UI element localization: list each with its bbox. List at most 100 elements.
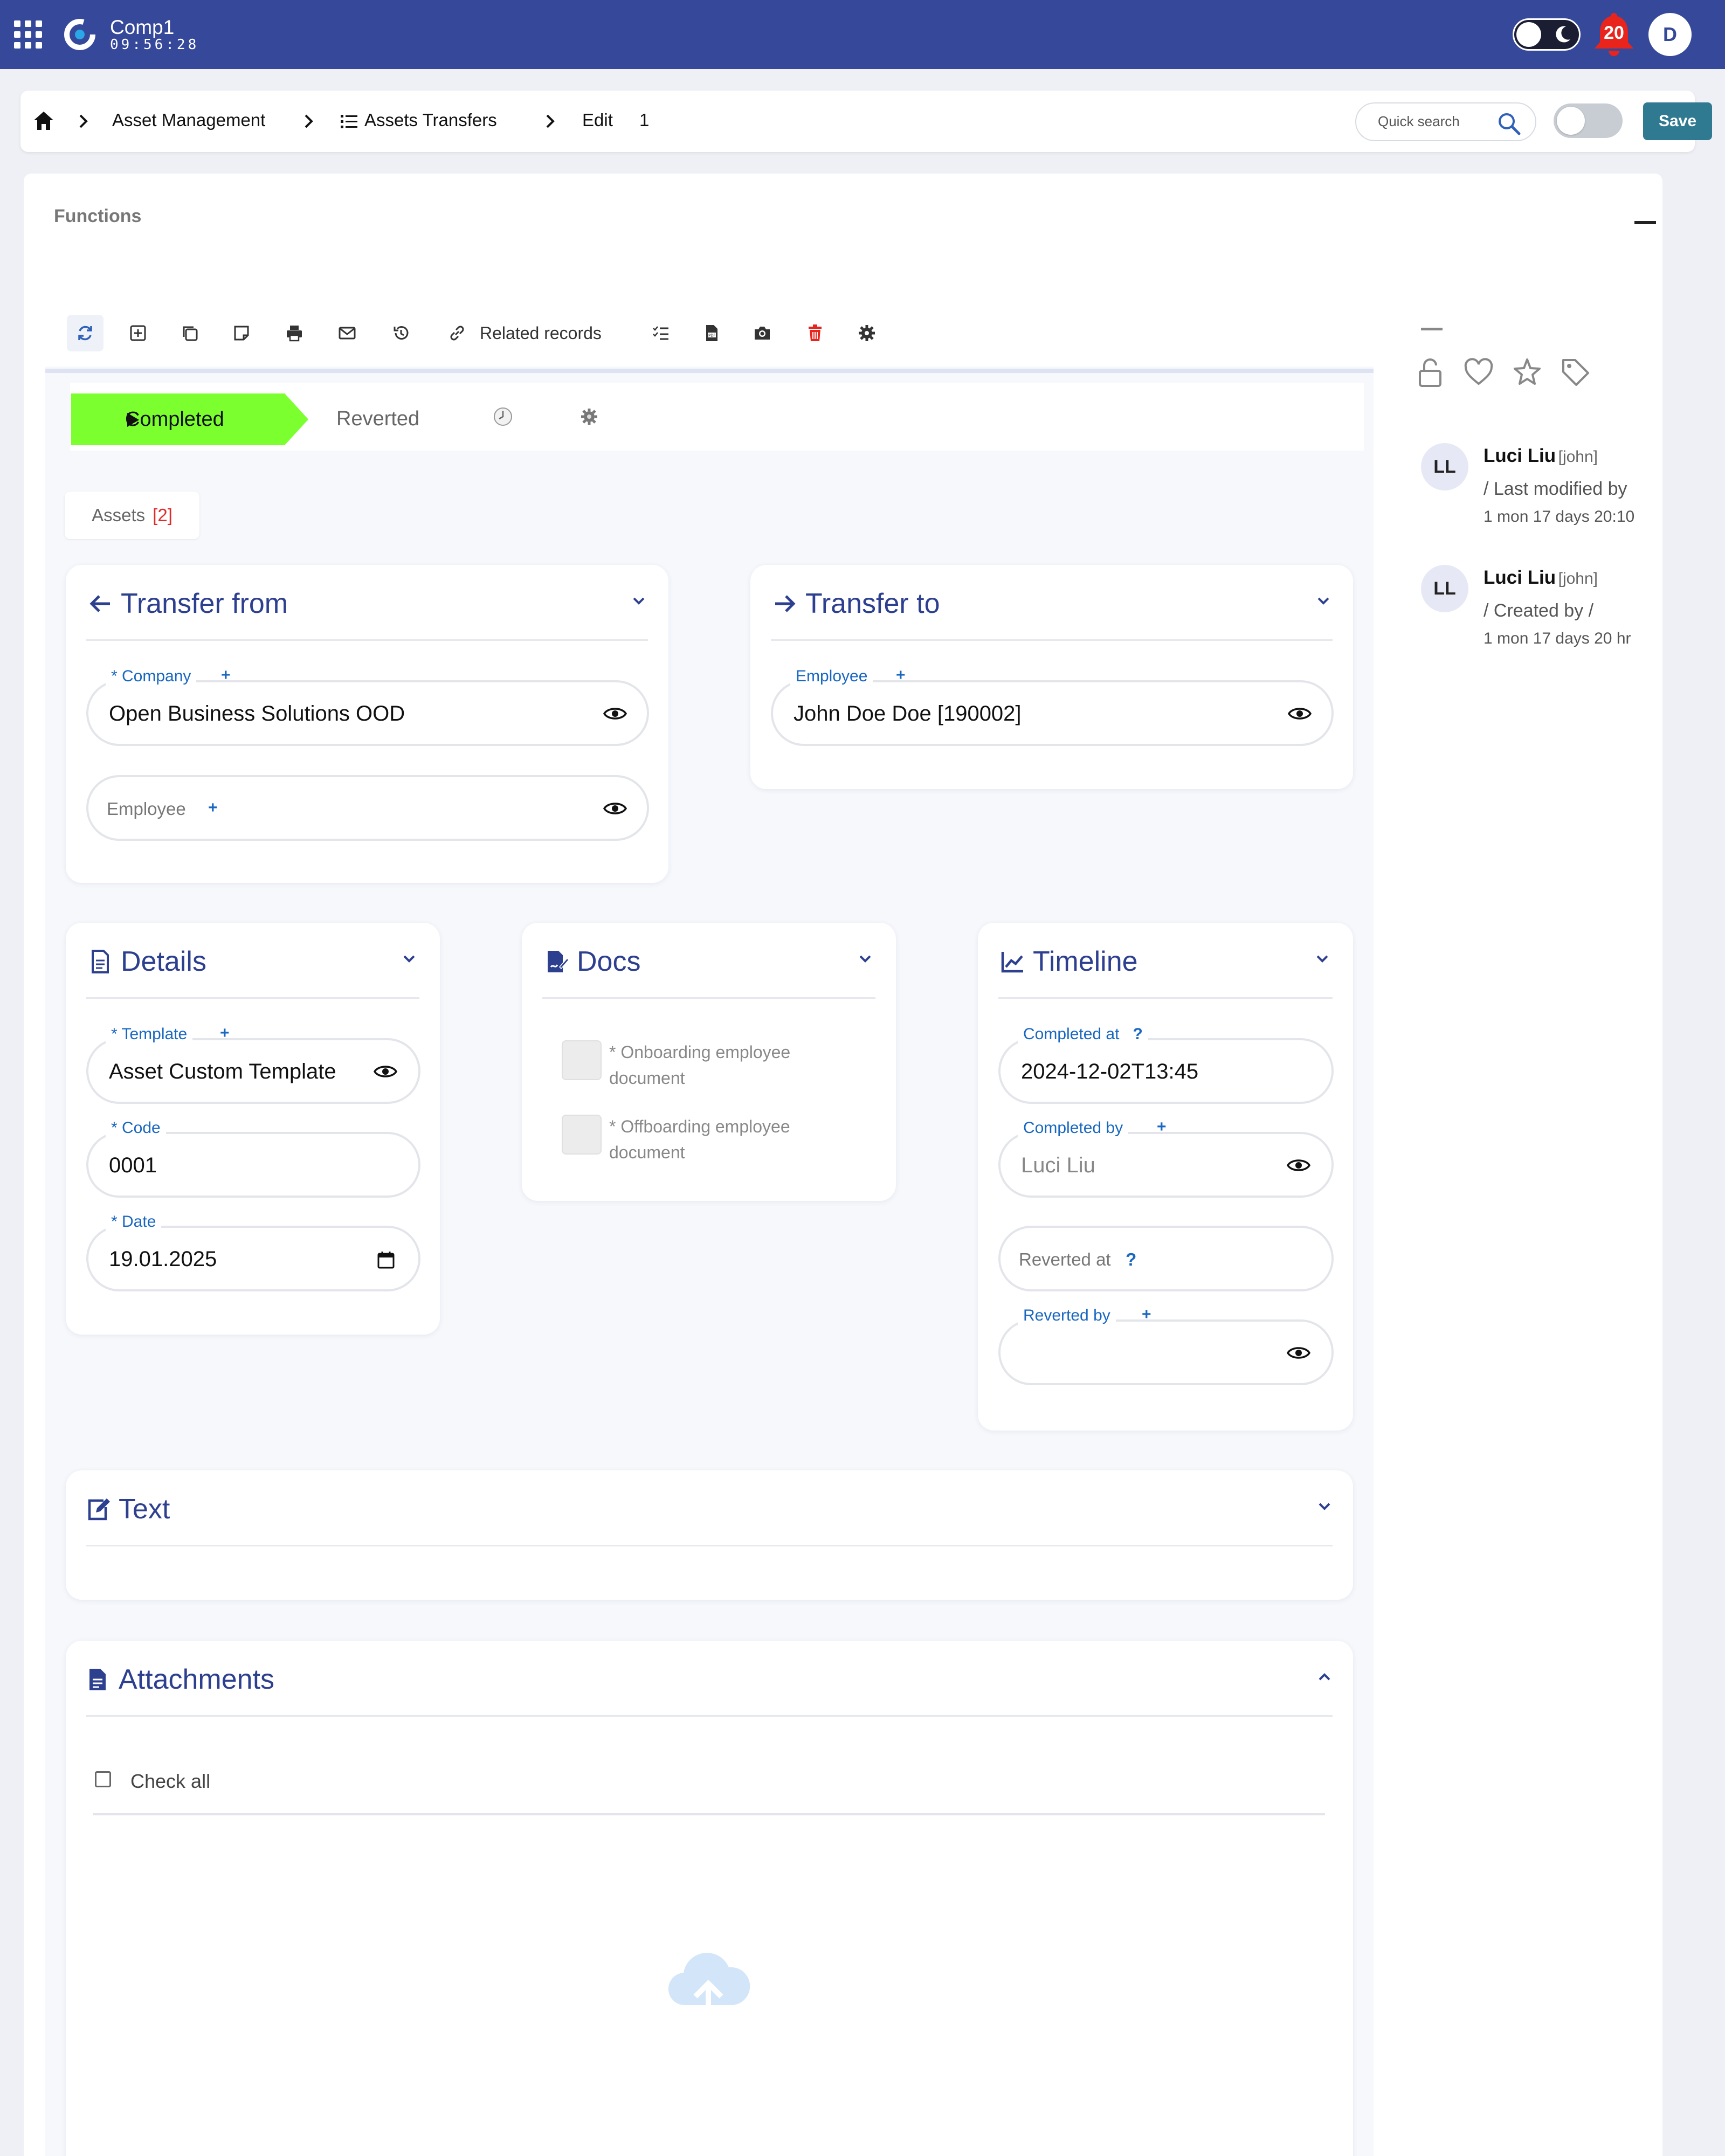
list-icon: [341, 115, 357, 128]
activity-item: LL Luci Liu [john] / Created by / 1 mon …: [1421, 565, 1723, 651]
new-record-button[interactable]: [120, 315, 156, 351]
camera-icon: [755, 327, 770, 340]
date-field[interactable]: * Date 19.01.2025: [86, 1213, 420, 1291]
template-field[interactable]: * Template + Asset Custom Template: [86, 1024, 420, 1104]
note-button[interactable]: [223, 315, 260, 351]
transfer-to-title[interactable]: Transfer to: [772, 588, 940, 620]
completed-by-field[interactable]: Completed by + Luci Liu: [998, 1118, 1334, 1198]
star-icon[interactable]: [1512, 357, 1543, 388]
chevron-down-icon[interactable]: [856, 950, 874, 968]
code-field[interactable]: * Code 0001: [86, 1119, 420, 1198]
heart-icon[interactable]: [1463, 357, 1494, 388]
chevron-down-icon[interactable]: [1315, 1497, 1334, 1516]
clock-icon[interactable]: [493, 406, 513, 427]
text-title[interactable]: Text: [85, 1493, 170, 1525]
add-employee-icon[interactable]: +: [896, 666, 906, 685]
chevron-up-icon[interactable]: [1315, 1668, 1334, 1686]
breadcrumb-bar: Asset Management Assets Transfers Edit 1…: [20, 91, 1712, 152]
status-completed[interactable]: Completed: [71, 393, 308, 445]
status-reverted[interactable]: Reverted: [336, 407, 419, 431]
email-button[interactable]: [329, 315, 365, 351]
quick-search[interactable]: [1355, 102, 1536, 141]
reverted-by-field[interactable]: Reverted by +: [998, 1305, 1334, 1385]
edit-mode-switch[interactable]: [1554, 103, 1623, 138]
company-field[interactable]: * Company + Open Business Solutions OOD: [86, 666, 649, 746]
company-name[interactable]: Comp1: [110, 16, 174, 39]
chevron-down-icon[interactable]: [400, 950, 418, 968]
tab-assets[interactable]: Assets [2]: [65, 492, 199, 539]
history-button[interactable]: [383, 315, 419, 351]
activity-avatar: LL: [1421, 443, 1468, 490]
related-records-label[interactable]: Related records: [480, 323, 602, 343]
add-template-icon[interactable]: +: [220, 1024, 230, 1042]
reverted-at-field[interactable]: Reverted at ?: [998, 1226, 1334, 1291]
onboarding-label: * Onboarding employee document: [609, 1042, 791, 1088]
switch-knob: [1557, 107, 1585, 135]
breadcrumb-assets-transfers[interactable]: Assets Transfers: [364, 110, 497, 130]
eye-icon[interactable]: [603, 703, 627, 724]
card-divider: [542, 997, 875, 999]
chevron-down-icon[interactable]: [630, 592, 648, 610]
add-company-icon[interactable]: +: [221, 666, 231, 685]
card-divider: [86, 997, 419, 999]
chevron-down-icon[interactable]: [1313, 950, 1331, 968]
upload-cloud-icon[interactable]: [664, 1946, 753, 2027]
docs-title[interactable]: Docs: [543, 945, 640, 978]
user-avatar[interactable]: D: [1648, 13, 1692, 56]
from-employee-field[interactable]: Employee +: [86, 775, 649, 841]
search-icon[interactable]: [1496, 111, 1521, 136]
pdf-export-button[interactable]: PDF: [693, 315, 730, 351]
card-divider: [998, 997, 1333, 999]
offboarding-checkbox[interactable]: [562, 1115, 602, 1155]
collapse-panel-button[interactable]: [1634, 221, 1656, 224]
activity-avatar: LL: [1421, 565, 1468, 612]
add-reverted-by-icon[interactable]: +: [1142, 1305, 1151, 1324]
eye-icon[interactable]: [373, 1061, 398, 1082]
checklist-button[interactable]: [643, 315, 679, 351]
check-all-label[interactable]: Check all: [130, 1770, 210, 1793]
unlock-icon[interactable]: [1414, 357, 1446, 388]
settings-button[interactable]: [848, 315, 885, 351]
document-icon: [92, 950, 109, 973]
refresh-button[interactable]: [67, 315, 104, 351]
print-button[interactable]: [276, 315, 313, 351]
sidebar-collapse[interactable]: [1421, 328, 1443, 330]
chevron-down-icon[interactable]: [1314, 592, 1333, 610]
breadcrumb-asset-management[interactable]: Asset Management: [112, 110, 265, 130]
check-all-checkbox[interactable]: [95, 1771, 111, 1787]
eye-icon[interactable]: [603, 798, 627, 819]
add-completed-by-icon[interactable]: +: [1157, 1118, 1167, 1136]
eye-icon[interactable]: [1287, 703, 1312, 724]
transfer-from-title-text: Transfer from: [121, 588, 288, 619]
help-icon: ?: [1126, 1249, 1137, 1269]
completed-by-value: Luci Liu: [1021, 1153, 1095, 1177]
company-logo-icon[interactable]: [61, 16, 98, 53]
notifications-bell-icon[interactable]: 20: [1591, 11, 1637, 57]
transfer-from-title[interactable]: Transfer from: [87, 588, 288, 620]
details-title[interactable]: Details: [87, 945, 206, 978]
related-records-button[interactable]: [439, 315, 475, 351]
home-icon[interactable]: [32, 110, 55, 132]
add-employee-icon[interactable]: +: [208, 799, 218, 817]
to-employee-field[interactable]: Employee + John Doe Doe [190002]: [771, 666, 1334, 746]
template-label: * Template: [106, 1025, 193, 1044]
delete-button[interactable]: [797, 315, 833, 351]
completed-at-field[interactable]: Completed at ? 2024-12-02T13:45: [998, 1025, 1334, 1104]
tag-icon[interactable]: [1560, 357, 1591, 388]
camera-button[interactable]: [744, 315, 781, 351]
status-completed-label: Completed: [125, 407, 224, 431]
eye-icon[interactable]: [1286, 1342, 1311, 1364]
copy-button[interactable]: [171, 315, 208, 351]
onboarding-checkbox[interactable]: [562, 1040, 602, 1080]
calendar-icon[interactable]: [375, 1249, 397, 1271]
text-title-text: Text: [119, 1494, 170, 1525]
eye-icon[interactable]: [1286, 1155, 1311, 1176]
timeline-title[interactable]: Timeline: [999, 945, 1138, 978]
date-label: * Date: [106, 1213, 162, 1231]
save-button[interactable]: Save: [1643, 102, 1712, 140]
gear-icon[interactable]: [579, 406, 599, 427]
attachments-title[interactable]: Attachments: [85, 1663, 274, 1696]
apps-grid-icon[interactable]: [14, 20, 42, 49]
quick-search-input[interactable]: [1378, 113, 1496, 130]
dark-mode-toggle[interactable]: [1513, 18, 1581, 51]
